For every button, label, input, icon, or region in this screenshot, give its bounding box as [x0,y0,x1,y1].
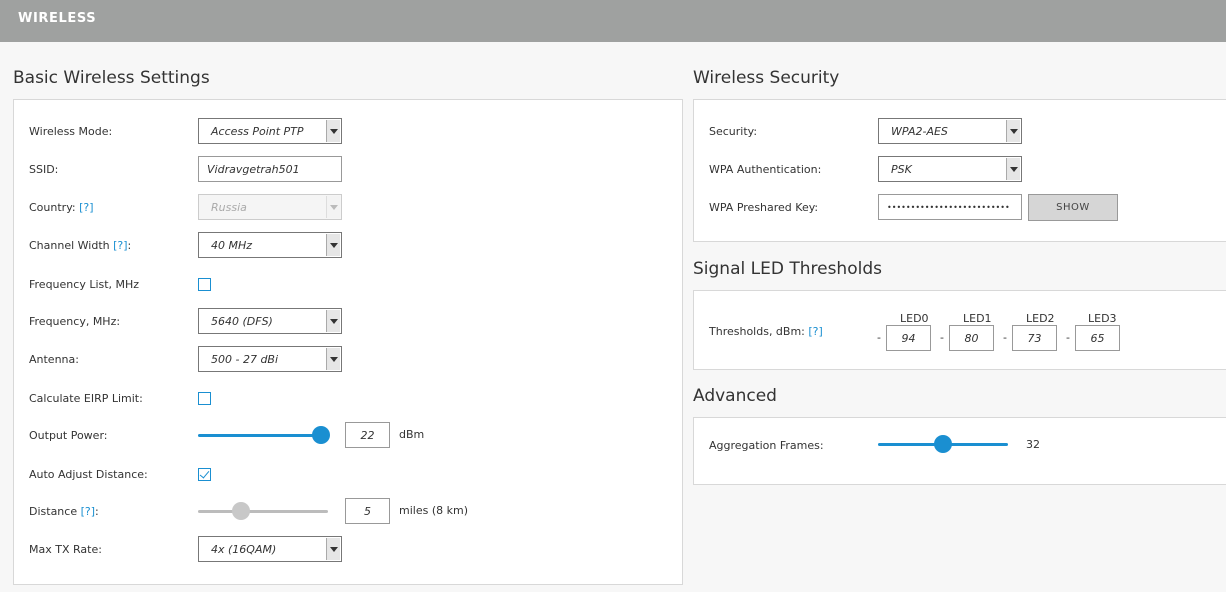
channel-width-label: Channel Width [?]: [29,239,131,252]
aggregation-frames-label: Aggregation Frames: [709,439,824,452]
auto-distance-checkbox[interactable] [198,468,211,481]
frequency-select[interactable]: 5640 (DFS) [198,308,342,334]
output-power-slider-handle[interactable] [312,426,330,444]
channel-width-select[interactable]: 40 MHz [198,232,342,258]
ssid-input[interactable]: Vidravgetrah501 [198,156,342,182]
led1-input[interactable]: 80 [949,325,994,351]
chevron-down-icon [1006,158,1020,180]
output-power-label: Output Power: [29,429,108,442]
chevron-down-icon [326,310,340,332]
distance-slider-handle [232,502,250,520]
security-label: Security: [709,125,758,138]
show-password-button[interactable]: SHOW [1028,194,1118,221]
frequency-value: 5640 (DFS) [211,315,273,328]
led-thresholds-title: Signal LED Thresholds [693,259,882,279]
distance-label: Distance [?]: [29,505,99,518]
wpa-auth-value: PSK [891,163,912,176]
wireless-mode-label: Wireless Mode: [29,125,113,138]
led1-dash: - [940,331,944,344]
antenna-select[interactable]: 500 - 27 dBi [198,346,342,372]
advanced-panel: Aggregation Frames: 32 [693,417,1226,485]
auto-distance-label: Auto Adjust Distance: [29,468,148,481]
frequency-label: Frequency, MHz: [29,315,121,328]
basic-wireless-panel: Wireless Mode: Access Point PTP SSID: Vi… [13,99,683,585]
chevron-down-icon [326,196,340,218]
distance-input[interactable]: 5 [345,498,390,524]
wireless-mode-value: Access Point PTP [211,125,304,138]
led1-label: LED1 [963,312,992,325]
thresholds-label: Thresholds, dBm: [?] [709,325,823,338]
thresholds-help-link[interactable]: [?] [808,325,822,338]
advanced-title: Advanced [693,386,777,406]
channel-width-help-link[interactable]: [?] [113,239,127,252]
output-power-unit: dBm [399,428,425,441]
led2-input[interactable]: 73 [1012,325,1057,351]
wireless-security-title: Wireless Security [693,68,840,88]
led3-label: LED3 [1088,312,1117,325]
frequency-list-checkbox[interactable] [198,278,211,291]
eirp-checkbox[interactable] [198,392,211,405]
antenna-label: Antenna: [29,353,79,366]
chevron-down-icon [326,348,340,370]
max-tx-label: Max TX Rate: [29,543,102,556]
channel-width-label-text: Channel Width [29,239,110,252]
max-tx-value: 4x (16QAM) [211,543,277,556]
wpa-auth-select[interactable]: PSK [878,156,1022,182]
led0-input[interactable]: 94 [886,325,931,351]
distance-colon: : [95,505,99,518]
led0-dash: - [877,331,881,344]
wpa-auth-label: WPA Authentication: [709,163,822,176]
led2-dash: - [1003,331,1007,344]
ssid-label: SSID: [29,163,59,176]
wireless-security-panel: Security: WPA2-AES WPA Authentication: P… [693,99,1226,242]
channel-width-colon: : [127,239,132,252]
page-title: WIRELESS [18,11,97,26]
chevron-down-icon [326,120,340,142]
country-value: Russia [211,201,247,214]
led3-dash: - [1066,331,1070,344]
led-thresholds-panel: Thresholds, dBm: [?] LED0 - 94 LED1 - 80… [693,290,1226,370]
antenna-value: 500 - 27 dBi [211,353,279,366]
psk-label: WPA Preshared Key: [709,201,819,214]
aggregation-frames-value: 32 [1026,438,1040,451]
thresholds-label-text: Thresholds, dBm: [709,325,805,338]
psk-input[interactable]: •••••••••••••••••••••••••• [878,194,1022,220]
basic-wireless-title: Basic Wireless Settings [13,68,210,88]
aggregation-frames-slider-handle[interactable] [934,435,952,453]
country-label-text: Country: [29,201,76,214]
top-bar: WIRELESS [0,0,1226,42]
frequency-list-label: Frequency List, MHz [29,278,140,291]
country-select: Russia [198,194,342,220]
led3-input[interactable]: 65 [1075,325,1120,351]
max-tx-select[interactable]: 4x (16QAM) [198,536,342,562]
led2-label: LED2 [1026,312,1055,325]
country-help-link[interactable]: [?] [79,201,93,214]
eirp-label: Calculate EIRP Limit: [29,392,143,405]
wireless-mode-select[interactable]: Access Point PTP [198,118,342,144]
output-power-slider[interactable] [198,434,328,437]
distance-help-link[interactable]: [?] [81,505,95,518]
channel-width-value: 40 MHz [211,239,253,252]
chevron-down-icon [326,234,340,256]
output-power-input[interactable]: 22 [345,422,390,448]
led0-label: LED0 [900,312,929,325]
security-value: WPA2-AES [891,125,948,138]
distance-label-text: Distance [29,505,78,518]
chevron-down-icon [326,538,340,560]
security-select[interactable]: WPA2-AES [878,118,1022,144]
chevron-down-icon [1006,120,1020,142]
distance-slider [198,510,328,513]
distance-unit: miles (8 km) [399,504,468,517]
country-label: Country: [?] [29,201,94,214]
